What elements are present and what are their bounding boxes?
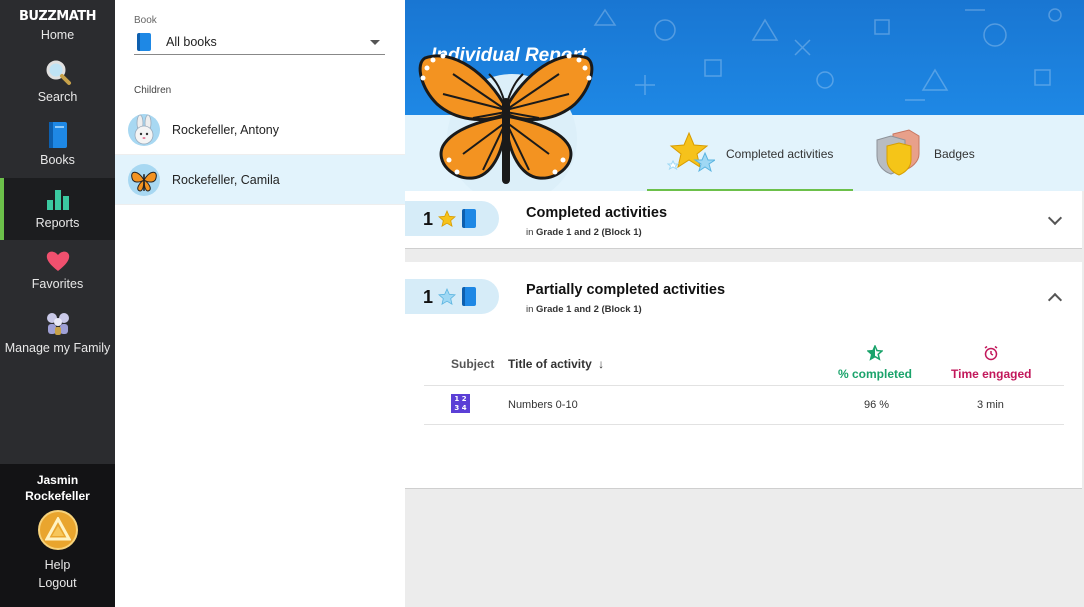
bunny-icon <box>128 114 160 146</box>
stars-icon <box>667 131 715 173</box>
nav-item-label: Manage my Family <box>4 341 111 355</box>
nav-item-reports[interactable]: Reports <box>0 178 115 240</box>
column-header-title[interactable]: Title of activity ↓ <box>508 357 604 371</box>
gold-star-icon <box>438 210 456 228</box>
column-header-subject: Subject <box>451 357 495 371</box>
nav-item-books[interactable]: Books <box>0 121 115 171</box>
app-logo: BUZZMATH <box>18 9 97 24</box>
table-row[interactable]: Numbers 0-10 96 % 3 min <box>424 386 1064 424</box>
tab-badges[interactable]: Badges <box>871 115 1041 191</box>
user-last-name: Rockefeller <box>25 489 90 503</box>
partial-activities-card: 1 Partially completed activities in Grad… <box>405 262 1082 489</box>
caret-down-icon <box>370 40 380 45</box>
alarm-clock-icon <box>984 345 998 361</box>
bar-chart-icon <box>46 190 69 210</box>
row-divider <box>424 424 1064 425</box>
column-header-title-label: Title of activity <box>508 357 592 371</box>
activity-percent-completed: 96 % <box>864 399 890 411</box>
tab-label: Completed activities <box>726 147 834 161</box>
partial-activities-subtitle: in Grade 1 and 2 (Block 1) <box>526 304 642 315</box>
heart-icon <box>46 251 69 271</box>
family-icon <box>46 313 69 335</box>
activity-title: Numbers 0-10 <box>508 399 578 411</box>
nav-item-favorites[interactable]: Favorites <box>0 249 115 299</box>
book-icon <box>137 33 151 51</box>
partial-count-pill: 1 <box>405 279 499 314</box>
report-area: Individual Report Completed activities B… <box>405 0 1084 607</box>
column-header-percent-completed: % completed <box>838 367 913 381</box>
main-navigation: BUZZMATH Home Search Books Reports Favor… <box>0 0 115 607</box>
user-avatar-icon <box>44 517 71 541</box>
nav-item-label: Home <box>40 28 75 42</box>
book-field-label: Book <box>134 15 157 26</box>
expand-chevron-icon[interactable] <box>1047 210 1063 226</box>
completed-count-pill: 1 <box>405 201 499 236</box>
avatar[interactable] <box>37 510 78 550</box>
child-name: Rockefeller, Camila <box>172 173 280 187</box>
completed-activities-card: 1 Completed activities in Grade 1 and 2 … <box>405 191 1082 249</box>
book-icon <box>462 209 476 228</box>
user-first-name: Jasmin <box>36 473 79 487</box>
blue-star-icon <box>438 288 456 306</box>
badges-icon <box>876 129 920 176</box>
book-icon <box>462 287 476 306</box>
child-name: Rockefeller, Antony <box>172 123 280 137</box>
nav-item-label: Search <box>37 90 78 104</box>
user-name: Jasmin Rockefeller <box>0 472 115 504</box>
search-icon <box>46 60 71 85</box>
subtitle-block: Grade 1 and 2 (Block 1) <box>536 304 642 315</box>
book-icon <box>48 122 67 148</box>
child-row-antony[interactable]: Rockefeller, Antony <box>115 105 405 155</box>
book-select-value: All books <box>166 35 217 49</box>
sort-arrow-icon: ↓ <box>598 357 605 371</box>
tab-label: Badges <box>934 147 975 161</box>
partial-count: 1 <box>423 287 434 307</box>
nav-item-home[interactable]: Home <box>0 28 115 48</box>
selected-child-avatar <box>413 44 599 204</box>
logout-link[interactable]: Logout <box>0 576 115 590</box>
subtitle-prefix: in <box>526 304 534 315</box>
completed-activities-title: Completed activities <box>526 205 668 221</box>
partial-activities-title: Partially completed activities <box>526 282 726 298</box>
numbers-icon: 1 2 3 4 <box>451 394 470 413</box>
collapse-chevron-icon[interactable] <box>1047 292 1063 308</box>
butterfly-icon <box>128 164 160 196</box>
butterfly-icon <box>418 53 594 184</box>
subtitle-prefix: in <box>526 227 534 238</box>
children-panel: Book All books Children Rockefeller, Ant… <box>115 0 405 607</box>
help-link[interactable]: Help <box>0 558 115 572</box>
tab-completed-activities[interactable]: Completed activities <box>647 115 853 191</box>
user-section: Jasmin Rockefeller Help Logout <box>0 464 115 607</box>
nav-item-label: Reports <box>35 216 80 230</box>
subtitle-block: Grade 1 and 2 (Block 1) <box>536 227 642 238</box>
activity-time-engaged: 3 min <box>977 399 1004 411</box>
children-section-label: Children <box>134 85 172 96</box>
completed-count: 1 <box>423 209 434 229</box>
column-header-time-engaged: Time engaged <box>951 367 1032 381</box>
child-row-camila[interactable]: Rockefeller, Camila <box>115 155 405 205</box>
nav-item-search[interactable]: Search <box>0 58 115 108</box>
nav-item-manage-family[interactable]: Manage my Family <box>0 310 115 376</box>
completed-activities-subtitle: in Grade 1 and 2 (Block 1) <box>526 227 642 238</box>
nav-item-label: Books <box>40 153 75 167</box>
book-select[interactable]: All books <box>134 30 385 55</box>
nav-item-label: Favorites <box>31 277 84 291</box>
star-progress-icon <box>867 345 883 361</box>
